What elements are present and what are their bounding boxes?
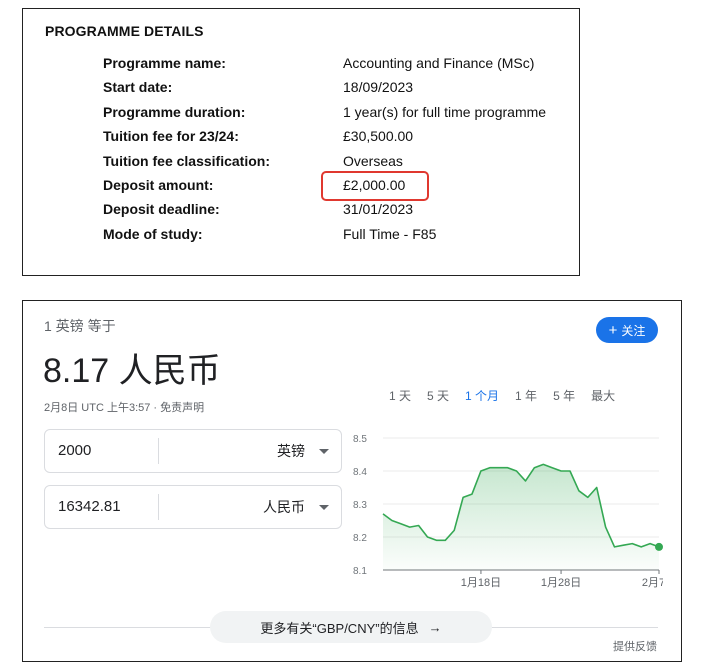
detail-row-mode-of-study: Mode of study: Full Time - F85 [103,226,563,250]
detail-value: Overseas [343,152,403,169]
range-tab-1m[interactable]: 1 个月 [457,386,507,406]
field-divider [158,438,159,464]
detail-label: Deposit deadline: [103,201,220,218]
exchange-rate-value: 8.17 人民币 [43,352,221,390]
exchange-rate-chart[interactable]: 8.5 8.4 8.3 8.2 8.1 1月18日 1月28日 2月7日 [353,429,663,589]
to-currency-field: 16342.81 人民币 [44,485,342,529]
range-tab-max[interactable]: 最大 [583,386,623,406]
field-divider [158,494,159,520]
range-tab-5d[interactable]: 5 天 [419,386,457,406]
detail-row-start-date: Start date: 18/09/2023 [103,79,563,103]
more-info-label: 更多有关“GBP/CNY”的信息 [260,620,419,636]
detail-value: 1 year(s) for full time programme [343,103,547,120]
detail-row-programme-name: Programme name: Accounting and Finance (… [103,55,563,79]
currency-converter-card: 1 英镑 等于 8.17 人民币 2月8日 UTC 上午3:57 · 免责声明 … [22,300,682,662]
detail-row-tuition-fee: Tuition fee for 23/24: £30,500.00 [103,128,563,152]
detail-row-programme-duration: Programme duration: 1 year(s) for full t… [103,104,563,128]
detail-value: £30,500.00 [343,128,414,145]
detail-value: Full Time - F85 [343,225,437,242]
detail-value: Accounting and Finance (MSc) [343,55,535,71]
more-info-button[interactable]: 更多有关“GBP/CNY”的信息 → [210,611,492,643]
rate-timestamp-disclaimer[interactable]: 2月8日 UTC 上午3:57 · 免责声明 [44,399,204,415]
feedback-link[interactable]: 提供反馈 [613,638,657,654]
x-tick-label: 1月18日 [461,577,501,589]
x-tick-label: 1月28日 [541,577,581,589]
detail-row-deposit-deadline: Deposit deadline: 31/01/2023 [103,201,563,225]
rate-area [383,464,659,570]
detail-label: Mode of study: [103,225,203,242]
x-tick-label: 2月7日 [642,577,663,589]
detail-value: 31/01/2023 [343,201,414,218]
programme-details-title: PROGRAMME DETAILS [45,23,204,39]
range-tab-1y[interactable]: 1 年 [507,386,545,406]
time-range-tabs: 1 天 5 天 1 个月 1 年 5 年 最大 [381,386,623,406]
range-tab-5y[interactable]: 5 年 [545,386,583,406]
chevron-down-icon[interactable] [319,449,329,454]
rate-point [655,542,663,551]
chevron-down-icon[interactable] [319,505,329,510]
follow-button[interactable]: + 关注 [596,317,658,343]
y-tick-label: 8.4 [353,467,367,478]
detail-label: Programme duration: [103,103,246,120]
from-amount-input[interactable]: 2000 [58,430,91,472]
from-currency-field: 2000 英镑 [44,429,342,473]
y-tick-label: 8.3 [353,500,367,511]
deposit-highlight-box [321,171,429,201]
detail-label: Tuition fee classification: [103,152,270,169]
follow-label: 关注 [621,323,646,338]
y-tick-label: 8.1 [353,566,367,577]
detail-value: 18/09/2023 [343,79,414,96]
detail-label: Deposit amount: [103,176,214,193]
detail-label: Start date: [103,79,173,96]
from-currency-select[interactable]: 英镑 [277,430,305,472]
programme-details-list: Programme name: Accounting and Finance (… [103,55,563,250]
to-amount-input[interactable]: 16342.81 [58,486,121,528]
to-currency-select[interactable]: 人民币 [263,486,305,528]
y-tick-label: 8.2 [353,533,367,544]
equals-label: 1 英镑 等于 [44,318,116,334]
programme-details-panel: PROGRAMME DETAILS Programme name: Accoun… [22,8,580,276]
y-tick-label: 8.5 [353,434,367,445]
range-tab-1d[interactable]: 1 天 [381,386,419,406]
detail-label: Tuition fee for 23/24: [103,128,239,145]
arrow-right-icon: → [428,619,442,635]
plus-icon: + [608,321,618,339]
detail-label: Programme name: [103,55,226,71]
